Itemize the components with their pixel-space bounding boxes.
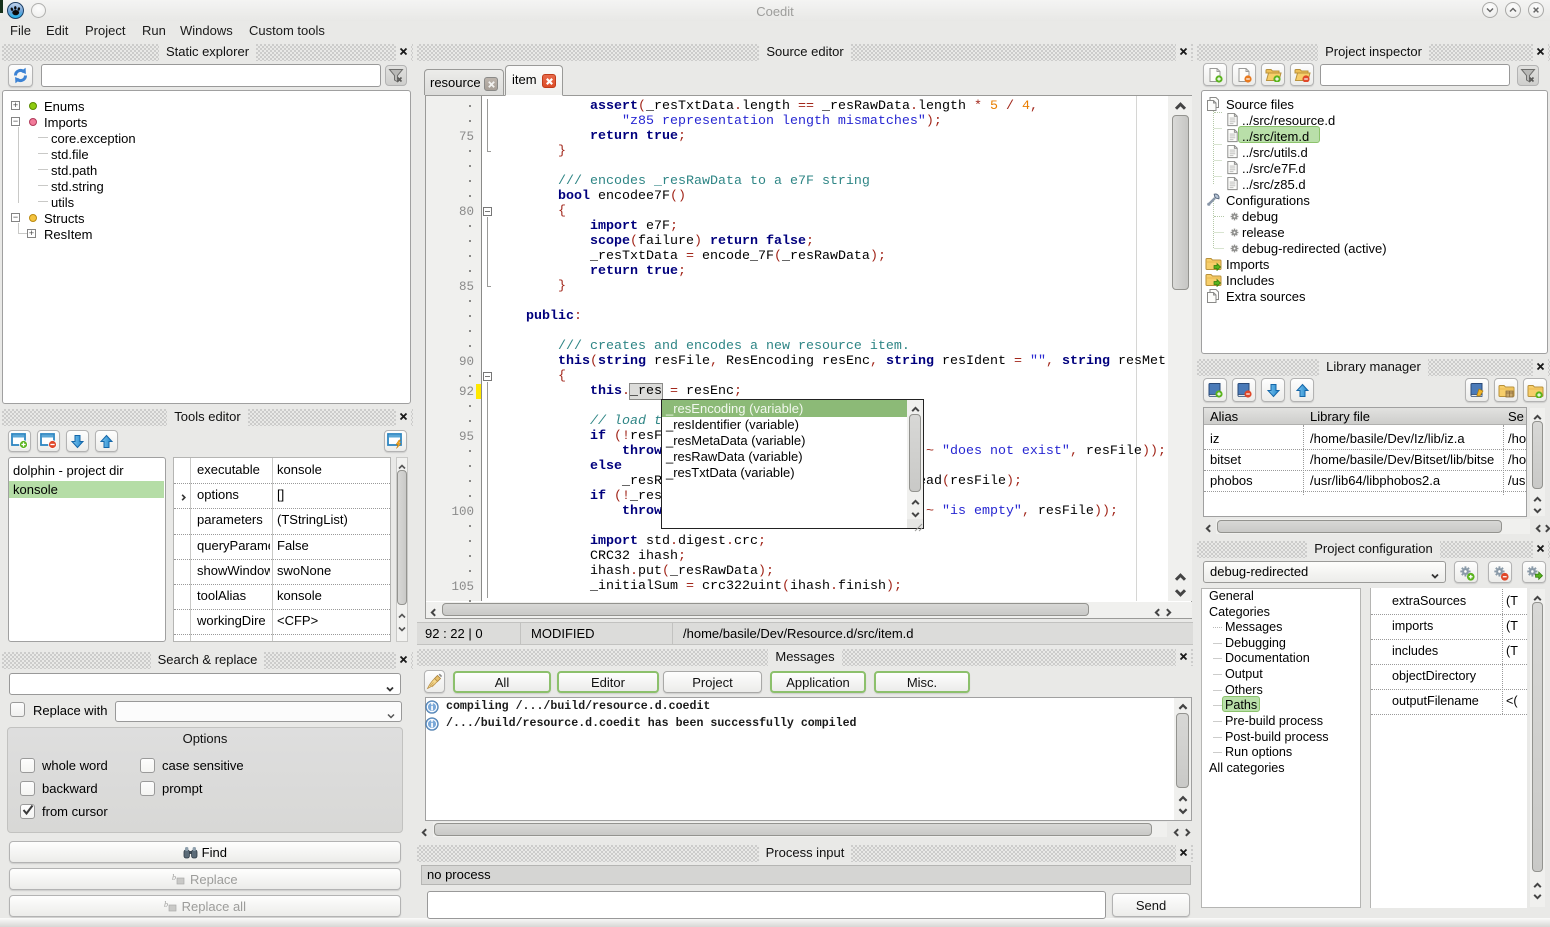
- svg-text:b: b: [164, 900, 168, 909]
- svg-text:b: b: [172, 873, 176, 882]
